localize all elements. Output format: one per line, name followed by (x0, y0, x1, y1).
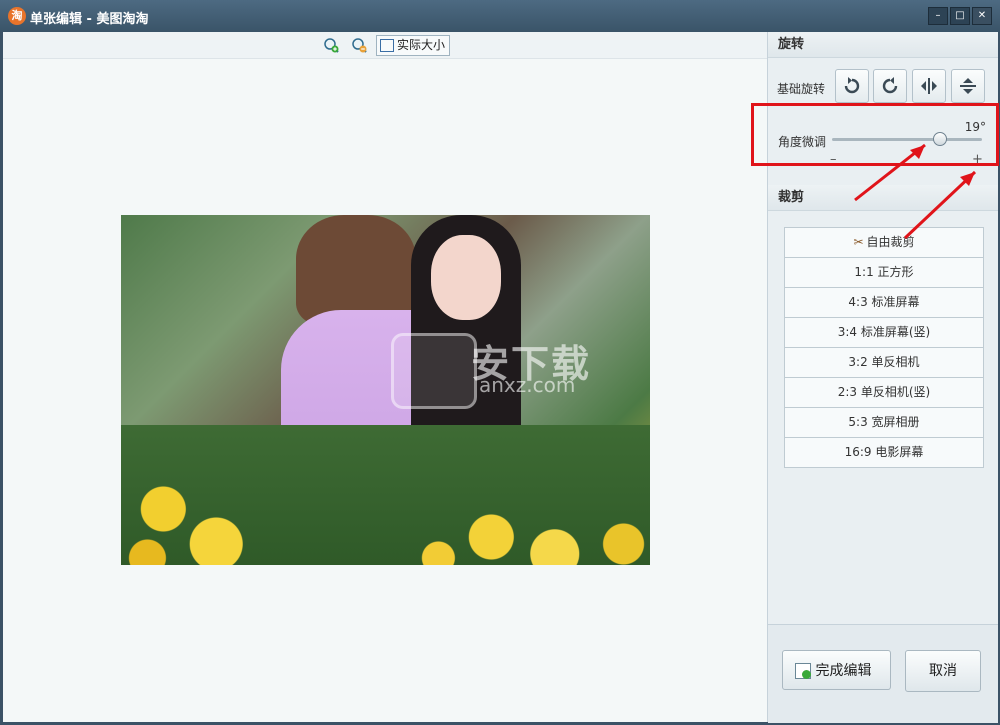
rotate-right-button[interactable] (873, 69, 907, 103)
photo-rock (296, 215, 416, 325)
photo-face (431, 235, 501, 320)
crop-free-button[interactable]: ✂ 自由裁剪 (784, 227, 984, 258)
window-controls: – □ ✕ (928, 7, 992, 25)
crop-3-4-button[interactable]: 3:4 标准屏幕(竖) (784, 318, 984, 348)
edit-panel: 旋转 基础旋转 角度微调 19° – + 裁剪 ✂ 自由裁剪 1:1 正方形 4:… (751, 32, 999, 723)
finish-edit-label: 完成编辑 (815, 663, 872, 679)
finish-edit-button[interactable]: 完成编辑 (782, 650, 891, 690)
crop-5-3-button[interactable]: 5:3 宽屏相册 (784, 408, 984, 438)
rotate-left-button[interactable] (835, 69, 869, 103)
basic-rotate-label: 基础旋转 (777, 82, 826, 96)
actual-size-icon (380, 39, 394, 52)
angle-adjust-label: 角度微调 (778, 135, 827, 149)
title-bar: 淘 单张编辑 - 美图淘淘 – □ ✕ (0, 0, 1000, 32)
scissors-icon: ✂ (853, 235, 864, 249)
actual-size-label: 实际大小 (397, 38, 446, 52)
angle-minus-label: – (830, 152, 837, 167)
watermark-subtext: anxz.com (479, 373, 576, 397)
window-title: 单张编辑 - 美图淘淘 (30, 12, 149, 27)
crop-free-label: 自由裁剪 (866, 235, 915, 249)
maximize-button[interactable]: □ (950, 7, 970, 25)
close-button[interactable]: ✕ (972, 7, 992, 25)
angle-value: 19° (964, 120, 986, 134)
minimize-button[interactable]: – (928, 7, 948, 25)
cancel-button[interactable]: 取消 (905, 650, 981, 692)
crop-16-9-button[interactable]: 16:9 电影屏幕 (784, 438, 984, 468)
zoom-out-icon[interactable] (351, 37, 367, 53)
crop-section-title: 裁剪 (768, 185, 998, 211)
crop-2-3-button[interactable]: 2:3 单反相机(竖) (784, 378, 984, 408)
preview-area: 实际大小 安下载 anxz.com (3, 32, 767, 722)
preview-toolbar: 实际大小 (3, 32, 767, 59)
angle-plus-label: + (972, 152, 983, 167)
crop-4-3-button[interactable]: 4:3 标准屏幕 (784, 288, 984, 318)
actual-size-button[interactable]: 实际大小 (376, 35, 451, 56)
photo-preview: 安下载 anxz.com (121, 215, 650, 565)
zoom-in-icon[interactable] (323, 37, 339, 53)
flip-vertical-button[interactable] (951, 69, 985, 103)
photo-flowers (121, 425, 650, 565)
angle-slider-thumb[interactable] (933, 132, 947, 146)
watermark-logo-icon (391, 333, 477, 409)
crop-3-2-button[interactable]: 3:2 单反相机 (784, 348, 984, 378)
finish-edit-icon (795, 663, 811, 679)
crop-presets-list: ✂ 自由裁剪 1:1 正方形 4:3 标准屏幕 3:4 标准屏幕(竖) 3:2 单… (784, 227, 984, 468)
rotate-section-title: 旋转 (768, 32, 998, 58)
flip-horizontal-button[interactable] (912, 69, 946, 103)
app-logo-icon: 淘 (8, 7, 26, 25)
crop-1-1-button[interactable]: 1:1 正方形 (784, 258, 984, 288)
angle-slider-track[interactable] (832, 138, 982, 141)
